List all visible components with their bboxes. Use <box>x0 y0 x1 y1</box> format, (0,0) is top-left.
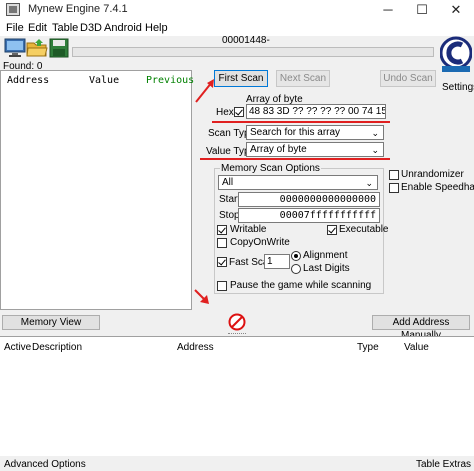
writable-checkbox[interactable] <box>217 225 227 235</box>
hex-checkbox[interactable] <box>234 107 244 117</box>
value-input[interactable]: 48 83 3D ?? ?? ?? ?? 00 74 15 B2 01 48 <box>246 104 386 119</box>
copy-on-write-checkbox[interactable] <box>217 238 227 248</box>
memory-options-title: Memory Scan Options <box>220 163 321 174</box>
annotation-underline <box>212 121 390 123</box>
menu-bar: File Edit Table D3D Android Help <box>0 20 474 36</box>
last-digits-radio[interactable] <box>291 264 301 274</box>
chevron-down-icon: ⌄ <box>365 178 373 188</box>
annotation-arrow-icon <box>194 289 209 304</box>
memory-region-select[interactable]: All ⌄ <box>218 175 378 190</box>
table-extras-link[interactable]: Table Extras <box>416 459 471 470</box>
start-label: Start <box>219 194 241 205</box>
open-folder-icon[interactable] <box>26 38 48 58</box>
column-value[interactable]: Value <box>89 75 119 86</box>
stop-label: Stop <box>219 210 240 221</box>
first-scan-button[interactable]: First Scan <box>214 70 268 87</box>
alignment-radio[interactable] <box>291 251 301 261</box>
menu-android[interactable]: Android <box>104 22 142 34</box>
unrandomizer-label: Unrandomizer <box>401 169 464 180</box>
memory-view-button[interactable]: Memory View <box>2 315 100 330</box>
result-list[interactable]: Address Value Previous <box>0 70 194 310</box>
speedhack-label: Enable Speedhack <box>401 182 474 193</box>
scan-type-select[interactable]: Search for this array ⌄ <box>246 125 384 140</box>
last-digits-label: Last Digits <box>303 263 350 274</box>
add-address-button[interactable]: Add Address Manually <box>372 315 470 341</box>
stop-address-input[interactable]: 00007fffffffffff <box>238 208 380 223</box>
column-address[interactable]: Address <box>7 75 49 86</box>
process-name: 00001448- <box>222 35 270 46</box>
menu-help[interactable]: Help <box>145 22 168 34</box>
value-type-value: Array of byte <box>250 144 307 155</box>
computer-icon[interactable] <box>4 38 26 58</box>
menu-edit[interactable]: Edit <box>28 22 47 34</box>
annotation-underline <box>200 158 390 160</box>
app-icon <box>6 3 20 16</box>
copy-on-write-label: CopyOnWrite <box>230 237 290 248</box>
executable-checkbox[interactable] <box>327 225 337 235</box>
chevron-down-icon: ⌄ <box>371 145 379 155</box>
column-value[interactable]: Value <box>404 342 429 353</box>
column-type[interactable]: Type <box>357 342 379 353</box>
executable-label: Executable <box>339 224 389 235</box>
splitter-handle[interactable] <box>228 333 246 335</box>
pause-game-label: Pause the game while scanning <box>230 280 372 291</box>
status-bar: Advanced Options Table Extras <box>0 456 474 471</box>
undo-scan-button[interactable]: Undo Scan <box>380 70 436 87</box>
column-active[interactable]: Active <box>4 342 31 353</box>
minimize-button[interactable]: ─ <box>371 0 405 20</box>
menu-d3d[interactable]: D3D <box>80 22 102 34</box>
save-icon[interactable] <box>48 38 70 58</box>
column-description[interactable]: Description <box>32 342 82 353</box>
pause-game-checkbox[interactable] <box>217 281 227 291</box>
column-address[interactable]: Address <box>177 342 214 353</box>
menu-file[interactable]: File <box>6 22 24 34</box>
close-button[interactable]: ✕ <box>439 0 473 20</box>
column-previous[interactable]: Previous <box>146 75 194 86</box>
advanced-options-link[interactable]: Advanced Options <box>4 459 86 470</box>
fast-scan-input[interactable]: 1 <box>264 254 290 269</box>
value-type-select[interactable]: Array of byte ⌄ <box>246 142 384 157</box>
address-list[interactable]: Active Description Address Type Value <box>0 336 474 456</box>
speedhack-checkbox[interactable] <box>389 183 399 193</box>
memory-region-value: All <box>222 177 234 188</box>
unrandomizer-checkbox[interactable] <box>389 170 399 180</box>
annotation-arrow-icon <box>195 79 214 103</box>
window-title: Mynew Engine 7.4.1 <box>28 3 128 15</box>
hex-label: Hex <box>216 107 234 118</box>
scan-type-value: Search for this array <box>250 127 341 138</box>
progress-bar <box>72 47 434 57</box>
engine-logo-icon[interactable] <box>440 36 472 80</box>
fast-scan-checkbox[interactable] <box>217 257 227 267</box>
menu-table[interactable]: Table <box>52 22 78 34</box>
next-scan-button[interactable]: Next Scan <box>276 70 330 87</box>
stop-sign-icon[interactable] <box>228 313 246 331</box>
start-address-input[interactable]: 0000000000000000 <box>238 192 380 207</box>
chevron-down-icon: ⌄ <box>371 128 379 138</box>
maximize-button[interactable]: ☐ <box>405 0 439 20</box>
settings-link[interactable]: Settings <box>442 82 474 93</box>
writable-label: Writable <box>230 224 267 235</box>
alignment-label: Alignment <box>303 250 348 261</box>
